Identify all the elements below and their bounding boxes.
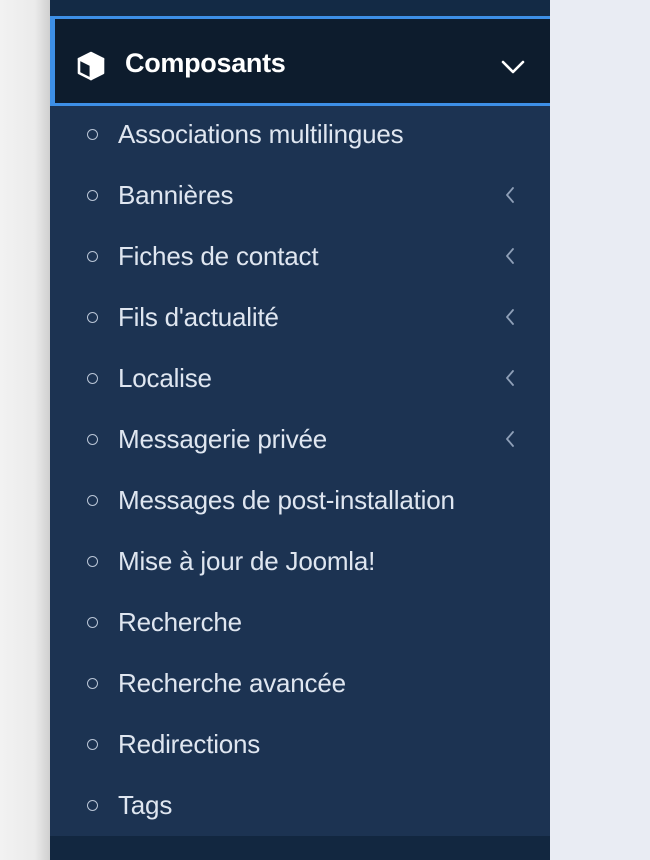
list-item[interactable]: Fils d'actualité bbox=[50, 288, 550, 349]
list-item-label: Recherche bbox=[118, 607, 242, 637]
chevron-left-icon[interactable] bbox=[504, 429, 516, 449]
circle-bullet-icon bbox=[87, 800, 98, 811]
circle-bullet-icon bbox=[87, 190, 98, 201]
list-item-label: Localise bbox=[118, 363, 212, 393]
circle-bullet-icon bbox=[87, 678, 98, 689]
list-item-label: Recherche avancée bbox=[118, 668, 346, 698]
list-item[interactable]: Fiches de contact bbox=[50, 227, 550, 288]
sidebar-next-item[interactable] bbox=[50, 836, 550, 860]
chevron-left-icon[interactable] bbox=[504, 307, 516, 327]
list-item[interactable]: Associations multilingues bbox=[50, 105, 550, 166]
list-item[interactable]: Localise bbox=[50, 349, 550, 410]
circle-bullet-icon bbox=[87, 739, 98, 750]
section-title: Composants bbox=[125, 48, 286, 78]
circle-bullet-icon bbox=[87, 129, 98, 140]
list-item-label: Messages de post-installation bbox=[118, 485, 455, 515]
submenu-list: Associations multilingues Bannières Fiches… bbox=[50, 105, 550, 837]
circle-bullet-icon bbox=[87, 495, 98, 506]
chevron-left-icon[interactable] bbox=[504, 246, 516, 266]
circle-bullet-icon bbox=[87, 373, 98, 384]
list-item-label: Fiches de contact bbox=[118, 241, 319, 271]
page-background-left bbox=[0, 0, 50, 860]
list-item[interactable]: Bannières bbox=[50, 166, 550, 227]
list-item[interactable]: Recherche avancée bbox=[50, 654, 550, 715]
list-item[interactable]: Messages de post-installation bbox=[50, 471, 550, 532]
chevron-down-icon[interactable] bbox=[500, 57, 526, 77]
list-item[interactable]: Tags bbox=[50, 776, 550, 837]
list-item-label: Fils d'actualité bbox=[118, 302, 279, 332]
sidebar-top-item[interactable] bbox=[50, 0, 550, 16]
list-item[interactable]: Redirections bbox=[50, 715, 550, 776]
cube-icon bbox=[77, 51, 105, 81]
chevron-left-icon[interactable] bbox=[504, 185, 516, 205]
list-item-label: Mise à jour de Joomla! bbox=[118, 546, 376, 576]
list-item-label: Tags bbox=[118, 790, 173, 820]
sidebar-section-composants[interactable]: Composants bbox=[50, 16, 550, 106]
circle-bullet-icon bbox=[87, 312, 98, 323]
circle-bullet-icon bbox=[87, 617, 98, 628]
list-item-label: Associations multilingues bbox=[118, 119, 404, 149]
chevron-left-icon[interactable] bbox=[504, 368, 516, 388]
list-item-label: Redirections bbox=[118, 729, 261, 759]
list-item[interactable]: Mise à jour de Joomla! bbox=[50, 532, 550, 593]
circle-bullet-icon bbox=[87, 434, 98, 445]
list-item-label: Messagerie privée bbox=[118, 424, 328, 454]
list-item-label: Bannières bbox=[118, 180, 234, 210]
circle-bullet-icon bbox=[87, 251, 98, 262]
list-item[interactable]: Recherche bbox=[50, 593, 550, 654]
list-item[interactable]: Messagerie privée bbox=[50, 410, 550, 471]
circle-bullet-icon bbox=[87, 556, 98, 567]
sidebar: Composants Associations multilingues Bann… bbox=[50, 0, 550, 860]
